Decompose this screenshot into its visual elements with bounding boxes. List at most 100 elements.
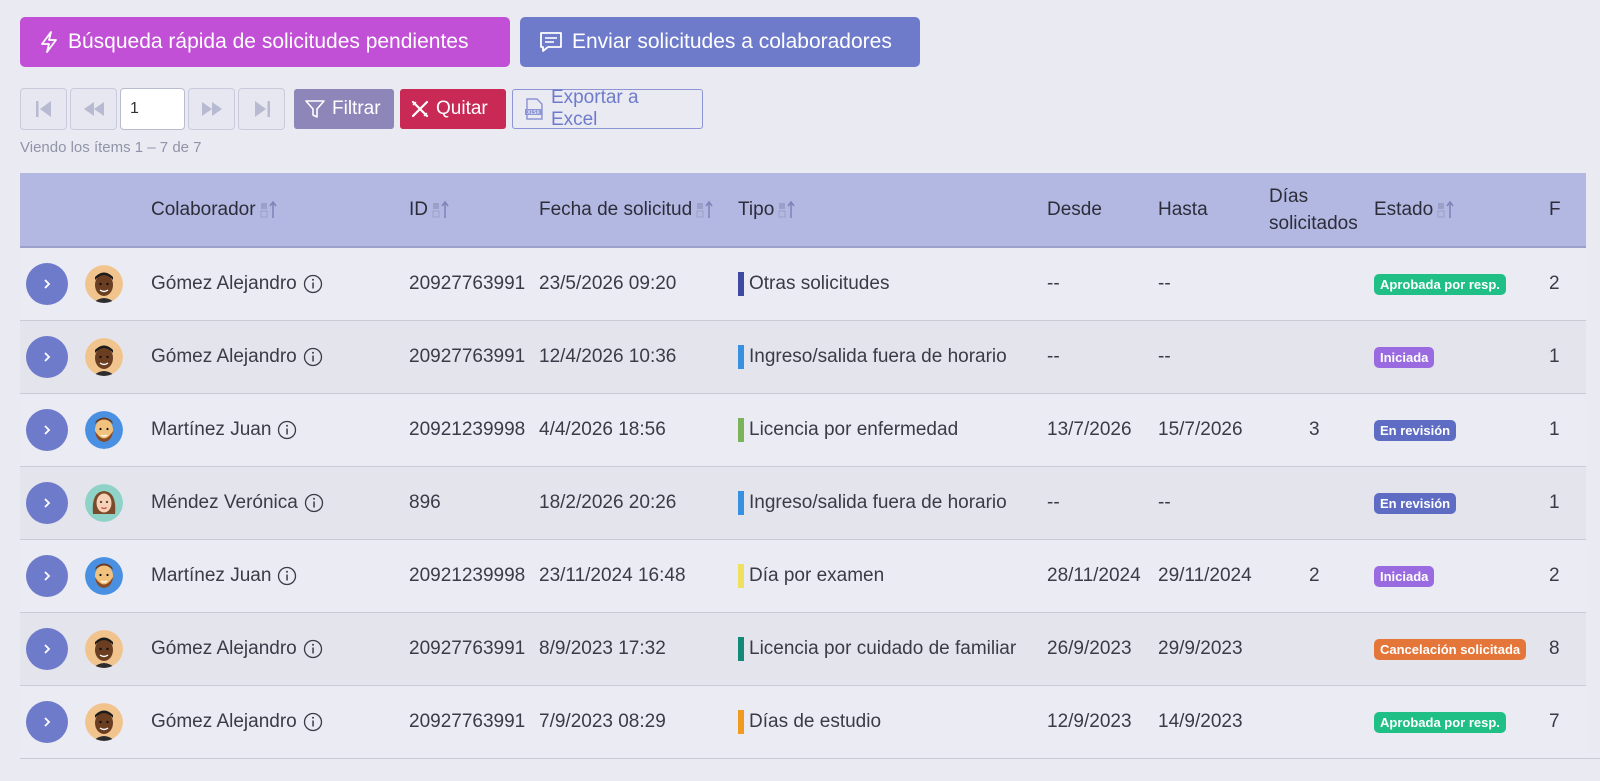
avatar <box>85 338 123 376</box>
filter-button[interactable]: Filtrar <box>294 89 394 129</box>
date-to: -- <box>1158 346 1171 367</box>
info-icon[interactable] <box>277 566 297 586</box>
avatar <box>85 265 123 303</box>
expand-row-button[interactable] <box>26 628 68 670</box>
export-excel-button[interactable]: XLSX Exportar a Excel <box>512 87 703 130</box>
date-to: -- <box>1158 273 1171 294</box>
tipo-color-bar <box>738 272 744 296</box>
table-body: Gómez Alejandro 20927763991 23/5/2026 09… <box>20 248 1600 759</box>
first-page-button[interactable] <box>20 88 67 130</box>
days-requested: 2 <box>1309 565 1320 586</box>
header-colaborador[interactable]: Colaborador <box>151 173 278 246</box>
quick-search-button[interactable]: Búsqueda rápida de solicitudes pendiente… <box>20 17 510 67</box>
next-page-button[interactable] <box>188 88 235 130</box>
colaborador-name: Gómez Alejandro <box>151 346 297 367</box>
request-type: Otras solicitudes <box>749 273 890 294</box>
request-id: 20927763991 <box>409 638 526 659</box>
request-id: 896 <box>409 492 441 513</box>
lightning-icon <box>41 31 57 53</box>
request-date: 18/2/2026 20:26 <box>539 492 677 513</box>
header-fecha-label: Fecha de solicitud <box>539 198 693 220</box>
request-date: 7/9/2023 08:29 <box>539 711 666 732</box>
extra-value: 1 <box>1549 419 1560 440</box>
table-row[interactable]: Martínez Juan 20921239998 23/11/2024 16:… <box>20 540 1600 613</box>
sort-icon[interactable] <box>260 200 278 220</box>
request-id: 20927763991 <box>409 273 526 294</box>
header-desde: Desde <box>1047 173 1102 246</box>
request-date: 23/5/2026 09:20 <box>539 273 677 294</box>
date-from: -- <box>1047 346 1060 367</box>
table-row[interactable]: Méndez Verónica 896 18/2/2026 20:26 Ingr… <box>20 467 1600 540</box>
status-badge: Aprobada por resp. <box>1374 273 1506 295</box>
header-fecha[interactable]: Fecha de solicitud <box>539 173 714 246</box>
avatar <box>85 557 123 595</box>
rewind-icon <box>83 102 104 116</box>
fast-forward-icon <box>201 102 222 116</box>
avatar <box>85 703 123 741</box>
table-row[interactable]: Gómez Alejandro 20927763991 23/5/2026 09… <box>20 248 1600 321</box>
last-page-icon <box>254 101 270 117</box>
header-hasta-label: Hasta <box>1158 198 1208 220</box>
tipo-color-bar <box>738 345 744 369</box>
extra-value: 1 <box>1549 492 1560 513</box>
date-to: -- <box>1158 492 1171 513</box>
header-tipo-label: Tipo <box>738 198 775 220</box>
date-from: 28/11/2024 <box>1047 565 1141 586</box>
status-badge: En revisión <box>1374 419 1457 441</box>
header-dias-line2: solicitados <box>1269 212 1358 234</box>
status-badge: Iniciada <box>1374 565 1435 587</box>
avatar <box>85 484 123 522</box>
excel-file-icon: XLSX <box>524 98 543 120</box>
page-number-input[interactable] <box>120 88 185 130</box>
info-icon[interactable] <box>303 347 323 367</box>
svg-text:XLSX: XLSX <box>527 110 540 116</box>
expand-row-button[interactable] <box>26 482 68 524</box>
header-estado[interactable]: Estado <box>1374 173 1455 246</box>
clear-label: Quitar <box>436 98 488 119</box>
header-id[interactable]: ID <box>409 173 450 246</box>
table-row[interactable]: Gómez Alejandro 20927763991 12/4/2026 10… <box>20 321 1600 394</box>
table-row[interactable]: Gómez Alejandro 20927763991 7/9/2023 08:… <box>20 686 1600 759</box>
extra-value: 7 <box>1549 711 1560 732</box>
expand-row-button[interactable] <box>26 555 68 597</box>
last-page-button[interactable] <box>238 88 285 130</box>
extra-value: 8 <box>1549 638 1560 659</box>
table-row[interactable]: Gómez Alejandro 20927763991 8/9/2023 17:… <box>20 613 1600 686</box>
message-icon <box>540 32 562 52</box>
request-type: Ingreso/salida fuera de horario <box>749 492 1007 513</box>
sort-icon[interactable] <box>1437 200 1455 220</box>
request-id: 20921239998 <box>409 565 526 586</box>
date-from: 13/7/2026 <box>1047 419 1132 440</box>
send-requests-button[interactable]: Enviar solicitudes a colaboradores <box>520 17 920 67</box>
info-icon[interactable] <box>303 639 323 659</box>
expand-row-button[interactable] <box>26 409 68 451</box>
expand-row-button[interactable] <box>26 336 68 378</box>
colaborador-name: Martínez Juan <box>151 565 272 586</box>
prev-page-button[interactable] <box>70 88 117 130</box>
request-date: 4/4/2026 18:56 <box>539 419 666 440</box>
sort-icon[interactable] <box>778 200 796 220</box>
sort-icon[interactable] <box>696 200 714 220</box>
expand-row-button[interactable] <box>26 263 68 305</box>
clear-filter-button[interactable]: Quitar <box>400 89 506 129</box>
pager: Filtrar Quitar XLSX Exportar a Excel <box>20 87 703 130</box>
info-icon[interactable] <box>303 712 323 732</box>
colaborador-name: Méndez Verónica <box>151 492 298 513</box>
header-dias: Días solicitados <box>1269 173 1358 246</box>
expand-row-button[interactable] <box>26 701 68 743</box>
export-label: Exportar a Excel <box>550 87 639 130</box>
avatar <box>85 411 123 449</box>
date-from: -- <box>1047 492 1060 513</box>
table-row[interactable]: Martínez Juan 20921239998 4/4/2026 18:56… <box>20 394 1600 467</box>
tipo-color-bar <box>738 564 744 588</box>
header-estado-label: Estado <box>1374 198 1434 220</box>
info-icon[interactable] <box>304 493 324 513</box>
header-tipo[interactable]: Tipo <box>738 173 796 246</box>
header-id-label: ID <box>409 198 428 220</box>
sort-icon[interactable] <box>432 200 450 220</box>
chevron-right-icon <box>44 498 51 508</box>
table-scroll-edge <box>1586 173 1600 753</box>
info-icon[interactable] <box>277 420 297 440</box>
extra-value: 1 <box>1549 346 1560 367</box>
info-icon[interactable] <box>303 274 323 294</box>
